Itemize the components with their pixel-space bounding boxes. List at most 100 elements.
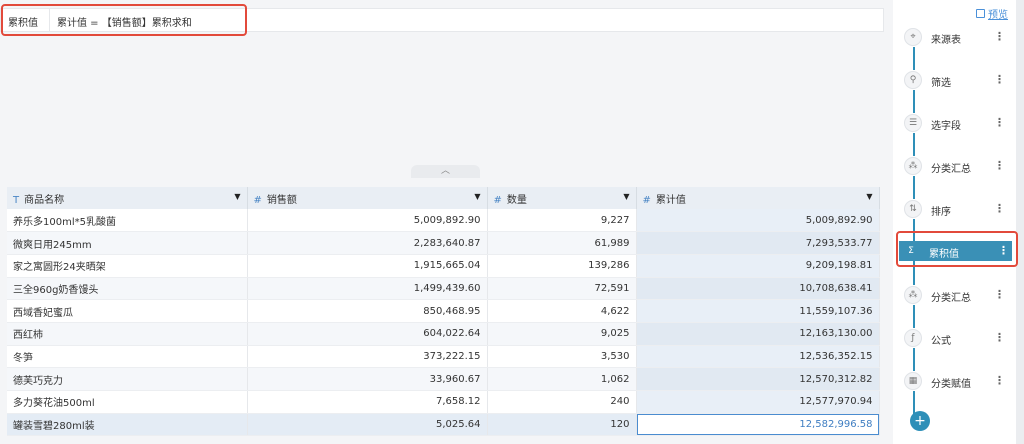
cell-product-name[interactable]: 微爽日用245mm	[7, 231, 248, 255]
column-header-name[interactable]: T 商品名称 ▼	[7, 187, 248, 209]
active-step-highlight-frame	[896, 231, 1018, 267]
formula-highlight-frame	[1, 4, 247, 36]
step-item[interactable]: ⚲ 筛选 ⋮	[901, 70, 1008, 90]
cell-sales[interactable]: 33,960.67	[247, 367, 488, 391]
step-item[interactable]: ▦ 分类赋值 ⋮	[901, 371, 1008, 391]
dropdown-arrow-icon[interactable]: ▼	[623, 192, 629, 201]
table-row[interactable]: 德芙巧克力 33,960.67 1,062 12,570,312.82	[7, 367, 880, 391]
cell-cumulative[interactable]: 10,708,638.41	[636, 277, 880, 301]
cell-cumulative[interactable]: 11,559,107.36	[636, 299, 880, 323]
cell-sales[interactable]: 5,025.64	[247, 413, 488, 437]
cell-product-name[interactable]: 西红柿	[7, 322, 248, 346]
cell-sales[interactable]: 5,009,892.90	[247, 209, 488, 233]
cell-cumulative[interactable]: 12,577,970.94	[636, 390, 880, 414]
step-item[interactable]: ⌖ 来源表 ⋮	[901, 27, 1008, 47]
table-header-row: T 商品名称 ▼ # 销售额 ▼ # 数量 ▼ # 累计值 ▼	[7, 187, 880, 209]
step-item[interactable]: ⇅ 排序 ⋮	[901, 199, 1008, 219]
step-node-icon: ⌖	[904, 28, 922, 46]
table-row[interactable]: 养乐多100ml*5乳酸菌 5,009,892.90 9,227 5,009,892.…	[7, 209, 880, 233]
cell-quantity[interactable]: 9,227	[487, 209, 637, 233]
step-label: 公式	[931, 336, 951, 347]
more-options-icon[interactable]: ⋮	[994, 374, 1005, 387]
step-item[interactable]: ⁂ 分类汇总 ⋮	[901, 285, 1008, 305]
more-options-icon[interactable]: ⋮	[994, 30, 1005, 43]
add-step-button[interactable]: +	[910, 411, 930, 431]
flow-connector-line	[913, 36, 915, 422]
cell-cumulative[interactable]: 12,570,312.82	[636, 367, 880, 391]
cell-product-name[interactable]: 家之寓圆形24夹晒架	[7, 254, 248, 278]
step-node-icon: ƒ	[904, 329, 922, 347]
dropdown-arrow-icon[interactable]: ▼	[474, 192, 480, 201]
cell-product-name[interactable]: 罐装雪碧280ml装	[7, 413, 248, 437]
more-options-icon[interactable]: ⋮	[994, 331, 1005, 344]
step-label: 来源表	[931, 35, 961, 46]
cell-sales[interactable]: 604,022.64	[247, 322, 488, 346]
cell-cumulative[interactable]: 7,293,533.77	[636, 231, 880, 255]
cell-quantity[interactable]: 4,622	[487, 299, 637, 323]
cell-product-name[interactable]: 三全960g奶香馒头	[7, 277, 248, 301]
collapse-toggle[interactable]: ︿	[411, 165, 480, 178]
cell-cumulative[interactable]: 12,163,130.00	[636, 322, 880, 346]
cell-sales[interactable]: 2,283,640.87	[247, 231, 488, 255]
column-header-cumulative[interactable]: # 累计值 ▼	[636, 187, 880, 209]
step-item[interactable]: ☰ 选字段 ⋮	[901, 113, 1008, 133]
cell-quantity[interactable]: 120	[487, 413, 637, 437]
preview-link[interactable]: 预览	[976, 6, 1008, 21]
step-label: 筛选	[931, 78, 951, 89]
more-options-icon[interactable]: ⋮	[994, 202, 1005, 215]
cell-quantity[interactable]: 1,062	[487, 367, 637, 391]
step-label: 分类汇总	[931, 164, 971, 175]
column-header-qty[interactable]: # 数量 ▼	[487, 187, 637, 209]
table-row[interactable]: 微爽日用245mm 2,283,640.87 61,989 7,293,533.77	[7, 231, 880, 255]
step-item[interactable]: ƒ 公式 ⋮	[901, 328, 1008, 348]
cell-sales[interactable]: 7,658.12	[247, 390, 488, 414]
table-row[interactable]: 冬笋 373,222.15 3,530 12,536,352.15	[7, 345, 880, 369]
cell-cumulative[interactable]: 5,009,892.90	[636, 209, 880, 233]
cell-sales[interactable]: 1,499,439.60	[247, 277, 488, 301]
cell-quantity[interactable]: 72,591	[487, 277, 637, 301]
step-item[interactable]: ⁂ 分类汇总 ⋮	[901, 156, 1008, 176]
cell-quantity[interactable]: 240	[487, 390, 637, 414]
cell-cumulative[interactable]: 9,209,198.81	[636, 254, 880, 278]
panel-scroll-strip	[1016, 0, 1024, 444]
cell-product-name[interactable]: 养乐多100ml*5乳酸菌	[7, 209, 248, 233]
step-label: 选字段	[931, 121, 961, 132]
dropdown-arrow-icon[interactable]: ▼	[866, 192, 872, 201]
cell-sales[interactable]: 1,915,665.04	[247, 254, 488, 278]
column-label: 数量	[506, 194, 527, 206]
number-type-icon: #	[253, 194, 262, 206]
cell-product-name[interactable]: 西域香妃蜜瓜	[7, 299, 248, 323]
cell-quantity[interactable]: 9,025	[487, 322, 637, 346]
table-row[interactable]: 家之寓圆形24夹晒架 1,915,665.04 139,286 9,209,198.8…	[7, 254, 880, 278]
cell-quantity[interactable]: 139,286	[487, 254, 637, 278]
step-node-icon: ⇅	[904, 200, 922, 218]
cell-quantity[interactable]: 61,989	[487, 231, 637, 255]
step-node-icon: ⁂	[904, 286, 922, 304]
cell-cumulative[interactable]: 12,536,352.15	[636, 345, 880, 369]
dropdown-arrow-icon[interactable]: ▼	[234, 192, 240, 201]
cell-quantity[interactable]: 3,530	[487, 345, 637, 369]
data-table: T 商品名称 ▼ # 销售额 ▼ # 数量 ▼ # 累计值 ▼ 养乐多100ml*5乳酸菌 5,0…	[7, 187, 880, 437]
step-node-icon: ⁂	[904, 157, 922, 175]
step-label: 排序	[931, 207, 951, 218]
cell-sales[interactable]: 850,468.95	[247, 299, 488, 323]
table-row[interactable]: 西红柿 604,022.64 9,025 12,163,130.00	[7, 322, 880, 346]
number-type-icon: #	[642, 194, 651, 206]
cell-product-name[interactable]: 多力葵花油500ml	[7, 390, 248, 414]
column-header-sales[interactable]: # 销售额 ▼	[247, 187, 488, 209]
cell-sales[interactable]: 373,222.15	[247, 345, 488, 369]
table-row[interactable]: 三全960g奶香馒头 1,499,439.60 72,591 10,708,638.4…	[7, 277, 880, 301]
table-row[interactable]: 罐装雪碧280ml装 5,025.64 120 12,582,996.58	[7, 413, 880, 437]
cell-product-name[interactable]: 德芙巧克力	[7, 367, 248, 391]
more-options-icon[interactable]: ⋮	[994, 73, 1005, 86]
step-node-icon: ☰	[904, 114, 922, 132]
workspace: 累积值 累计值 = 【销售额】累积求和 ︿ T 商品名称 ▼ # 销售额 ▼ # 数量 ▼	[0, 0, 893, 444]
cell-cumulative[interactable]: 12,582,996.58	[636, 413, 880, 437]
more-options-icon[interactable]: ⋮	[994, 288, 1005, 301]
more-options-icon[interactable]: ⋮	[994, 116, 1005, 129]
more-options-icon[interactable]: ⋮	[994, 159, 1005, 172]
cell-product-name[interactable]: 冬笋	[7, 345, 248, 369]
table-row[interactable]: 多力葵花油500ml 7,658.12 240 12,577,970.94	[7, 390, 880, 414]
number-type-icon: #	[493, 194, 502, 206]
table-row[interactable]: 西域香妃蜜瓜 850,468.95 4,622 11,559,107.36	[7, 299, 880, 323]
